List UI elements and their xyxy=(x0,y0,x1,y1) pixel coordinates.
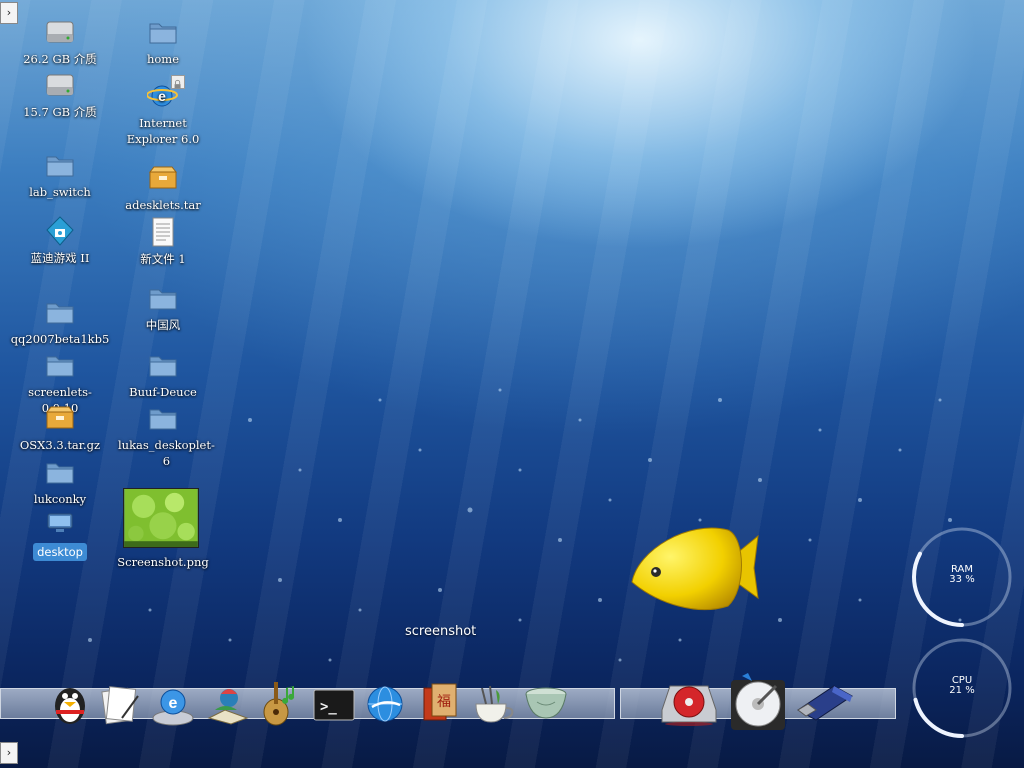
dock-item-browser[interactable] xyxy=(364,683,406,729)
dock-item-notes[interactable] xyxy=(98,682,142,730)
bottom-corner-button[interactable]: › xyxy=(0,742,18,764)
icon-label: lukconky xyxy=(33,492,87,506)
folder-icon xyxy=(46,156,74,177)
dock-item-cd-drive[interactable] xyxy=(660,680,718,732)
dock-item-paint[interactable] xyxy=(205,682,251,730)
icon-label: qq2007beta1kb5 xyxy=(10,332,110,346)
ram-value: 33 % xyxy=(949,574,975,585)
icon-label: 中国风 xyxy=(145,318,181,332)
cd-drive-icon xyxy=(661,685,717,726)
icon-label: lab_switch xyxy=(29,185,91,199)
image-thumbnail xyxy=(124,489,198,547)
icon-label: desktop xyxy=(33,543,87,561)
game-icon xyxy=(46,216,74,246)
desktop-icon-new-file[interactable]: 新文件 1 xyxy=(118,216,208,267)
bowl-icon xyxy=(525,687,567,719)
desktop-icon-buuf-deuce[interactable]: Buuf-Deuce xyxy=(118,349,208,400)
archive-icon xyxy=(148,166,178,189)
icon-label: 26.2 GB 介质 xyxy=(23,52,97,66)
dock-item-hard-disk[interactable] xyxy=(728,672,788,736)
desktop-icon-lab-switch[interactable]: lab_switch xyxy=(10,149,110,200)
icon-label: 蓝迪游戏 II xyxy=(30,251,90,265)
dock-item-tea[interactable] xyxy=(470,682,516,732)
desktop-icon-home[interactable]: home xyxy=(118,16,208,67)
cpu-meter: CPU 21 % xyxy=(909,635,1015,741)
icon-label: 15.7 GB 介质 xyxy=(23,105,97,119)
drive-icon xyxy=(46,21,74,43)
archive-icon xyxy=(45,406,75,429)
icon-label: 新文件 1 xyxy=(140,252,186,266)
dock-item-music[interactable] xyxy=(258,678,302,732)
folder-icon xyxy=(46,463,74,484)
dock-item-ie[interactable]: e xyxy=(150,682,196,730)
svg-text:>_: >_ xyxy=(320,699,337,715)
icon-label: Internet Explorer 6.0 xyxy=(126,116,200,146)
svg-text:福: 福 xyxy=(437,694,451,710)
internet-explorer-icon: e xyxy=(152,689,194,726)
desktop-icon-drive-1[interactable]: 26.2 GB 介质 xyxy=(10,16,110,67)
desktop-icon-screenshot[interactable]: Screenshot.png xyxy=(113,554,213,570)
folder-icon xyxy=(46,356,74,377)
folder-icon xyxy=(149,289,177,310)
desktop-icon-qq2007[interactable]: qq2007beta1kb5 xyxy=(10,296,110,347)
desktop-icon-drive-2[interactable]: 15.7 GB 介质 xyxy=(10,69,110,120)
music-icon xyxy=(263,682,295,726)
folder-icon xyxy=(46,303,74,324)
desktop-icon-osx-archive[interactable]: OSX3.3.tar.gz xyxy=(10,402,110,453)
dock-item-usb-drive[interactable] xyxy=(794,680,856,728)
svg-text:e: e xyxy=(158,88,166,104)
icon-label: adesklets.tar xyxy=(125,198,201,212)
icon-label: OSX3.3.tar.gz xyxy=(19,438,101,452)
terminal-icon: >_ xyxy=(313,689,355,721)
usb-drive-icon xyxy=(797,685,853,721)
qq-penguin-icon xyxy=(55,688,85,724)
dock-item-red-book[interactable]: 福 xyxy=(418,680,464,730)
yellow-fish-image xyxy=(631,527,759,611)
home-folder-icon xyxy=(149,23,177,44)
browser-globe-icon xyxy=(367,686,403,722)
desktop-icon-lukas-deskoplet[interactable]: lukas_deskoplet-6 xyxy=(118,402,215,469)
icon-label: Buuf-Deuce xyxy=(129,385,197,399)
lock-icon xyxy=(171,75,185,89)
tea-cup-icon xyxy=(475,685,514,723)
dock-item-bowl[interactable] xyxy=(523,684,569,726)
icon-label: Screenshot.png xyxy=(117,555,209,569)
desktop-icon-zhongguofeng[interactable]: 中国风 xyxy=(118,282,208,333)
notes-icon xyxy=(101,686,139,725)
desktop-icon xyxy=(47,513,73,532)
paint-icon xyxy=(207,689,249,725)
desktop-icon-internet-explorer[interactable]: e Internet Explorer 6.0 xyxy=(118,80,208,147)
folder-icon xyxy=(149,356,177,377)
dock-tooltip: screenshot xyxy=(405,624,477,639)
dock-item-terminal[interactable]: >_ xyxy=(313,689,355,725)
hard-disk-icon xyxy=(731,673,785,730)
screenshot-thumbnail[interactable] xyxy=(123,488,199,548)
text-file-icon xyxy=(152,217,174,247)
desktop-icon-game[interactable]: 蓝迪游戏 II xyxy=(10,215,110,266)
dock-item-qq[interactable] xyxy=(50,680,90,730)
drive-icon xyxy=(46,74,74,96)
cpu-value: 21 % xyxy=(949,685,975,696)
desktop-icon-desktop[interactable]: desktop xyxy=(10,508,110,561)
desktop-icon-lukconky[interactable]: lukconky xyxy=(10,456,110,507)
svg-text:e: e xyxy=(169,695,178,712)
icon-label: lukas_deskoplet-6 xyxy=(118,438,215,468)
icon-label: home xyxy=(146,52,180,66)
desktop-icon-adesklets[interactable]: adesklets.tar xyxy=(118,162,208,213)
folder-icon xyxy=(149,409,177,430)
red-book-icon: 福 xyxy=(423,683,457,721)
ram-meter: RAM 33 % xyxy=(909,524,1015,630)
